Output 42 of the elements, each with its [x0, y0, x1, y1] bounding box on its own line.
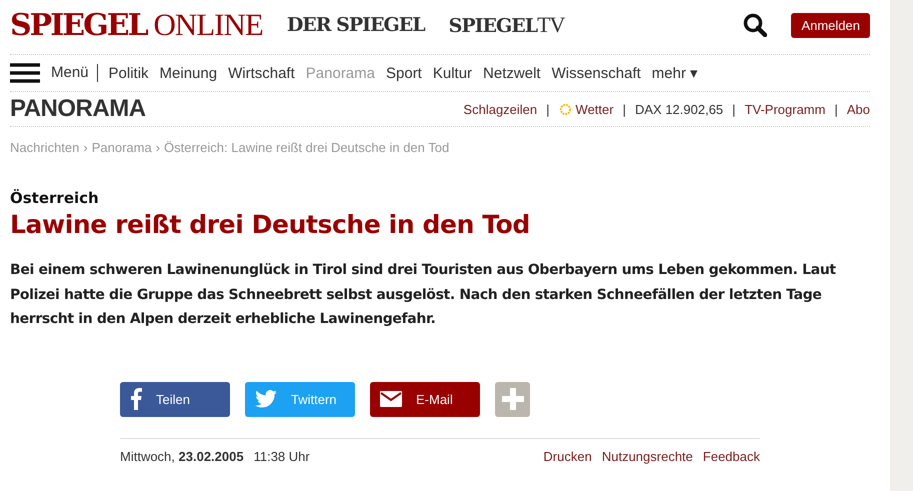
menu-icon[interactable] [10, 63, 40, 83]
separator: | [732, 102, 736, 116]
breadcrumb-separator: › [156, 140, 160, 155]
header-link[interactable]: TV-Programm [744, 102, 826, 116]
section-title: PANORAMA [10, 95, 146, 123]
header-link[interactable]: Schlagzeilen [463, 102, 538, 116]
publish-date: Mittwoch, 23.02.2005 [120, 448, 244, 464]
nav-link[interactable]: Kultur [432, 64, 472, 82]
search-icon[interactable] [743, 13, 768, 37]
nav-link[interactable]: Meinung [160, 64, 218, 82]
article-lead: Bei einem schweren Lawinenunglück in Tirol sind drei Touristen aus Oberbayern ums Leben gekommen. Laut Polizei hatte die Gruppe das Schneebrett selbst ausgelöst. Nach den starken Schneefällen der letzten Tage herrscht in den Alpen derzeit erhebliche Lawinengefahr. [10, 261, 837, 329]
footer-link[interactable]: Nutzungsrechte [602, 448, 693, 464]
nav-link[interactable]: Sport [386, 64, 422, 82]
sun-icon [558, 102, 572, 116]
site-logo[interactable]: SPIEGEL ONLINE [10, 7, 263, 43]
separator: | [622, 102, 626, 116]
menu-link[interactable]: Menü [51, 64, 98, 82]
footer-link[interactable]: Feedback [702, 448, 760, 464]
header-link[interactable]: Abo [846, 102, 870, 116]
facebook-share-button[interactable]: Teilen [120, 382, 230, 416]
nav-link[interactable]: Wissenschaft [552, 64, 641, 82]
nav-link[interactable]: Politik [108, 64, 149, 82]
weather-link[interactable]: Wetter [558, 102, 614, 116]
breadcrumb-separator: › [83, 140, 88, 155]
login-button[interactable]: Anmelden [791, 12, 870, 38]
nav-link[interactable]: Netzwelt [483, 64, 541, 82]
separator: | [546, 102, 550, 116]
bird-icon [255, 390, 277, 408]
plus-icon [502, 388, 524, 410]
footer-link[interactable]: Drucken [543, 448, 592, 464]
envelope-icon [380, 391, 402, 407]
nav-link[interactable]: Wirtschaft [228, 64, 295, 82]
more-menu[interactable]: mehr ▾ [652, 64, 698, 82]
publish-time: 11:38 Uhr [254, 448, 310, 464]
brand-link[interactable]: DER SPIEGEL [286, 14, 425, 36]
separator: | [834, 102, 838, 116]
article-kicker: Österreich [10, 189, 100, 207]
email-share-button[interactable]: E-Mail [370, 382, 480, 416]
article-title: Lawine reißt drei Deutsche in den Tod [10, 210, 531, 239]
facebook-icon [130, 388, 142, 410]
dax-quote[interactable]: DAX 12.902,65 [634, 102, 724, 116]
brand-link[interactable]: SPIEGELTV [448, 12, 564, 38]
